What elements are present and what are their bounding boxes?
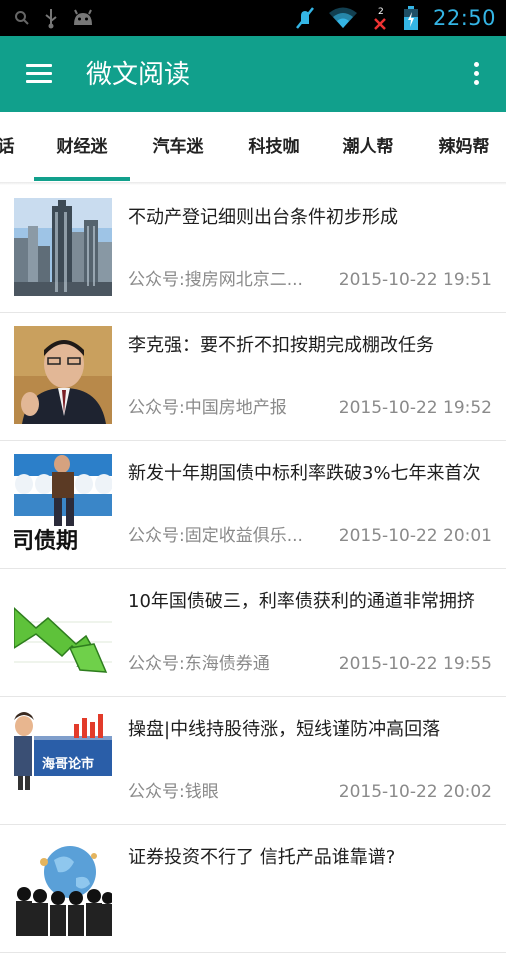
tab-fashion[interactable]: 潮人帮 [320,112,416,182]
article-title: 李克强：要不折不扣按期完成棚改任务 [128,335,434,356]
article-source: 公众号:钱眼 [128,782,219,802]
article-thumbnail [14,582,112,680]
app-bar: 微文阅读 [0,36,506,112]
article-source: 公众号:搜房网北京二... [128,270,303,290]
article-time: 2015-10-22 20:01 [338,526,492,546]
battery-charging-icon [403,5,419,31]
article-thumbnail [14,838,112,936]
article-list: 不动产登记细则出台条件初步形成 公众号:搜房网北京二... 2015-10-22… [0,185,506,953]
article-title: 证券投资不行了 信托产品谁靠谱? [128,847,396,868]
article-item[interactable]: 10年国债破三，利率债获利的通道非常拥挤 公众号:东海债券通 2015-10-2… [0,569,506,697]
status-bar: 2 22:50 [0,0,506,36]
menu-icon[interactable] [20,58,56,90]
article-item[interactable]: 证券投资不行了 信托产品谁靠谱? [0,825,506,953]
article-time: 2015-10-22 20:02 [338,782,492,802]
selected-tab-indicator [34,177,130,181]
usb-icon [44,7,58,29]
article-item[interactable]: 李克强：要不折不扣按期完成棚改任务 公众号:中国房地产报 2015-10-22 … [0,313,506,441]
article-thumbnail [14,198,112,296]
tab-auto[interactable]: 汽车迷 [130,112,226,182]
wifi-icon [328,7,357,29]
tab-finance[interactable]: 财经迷 [34,112,130,182]
article-thumbnail: 司债期 [14,454,112,552]
more-options-icon[interactable] [464,58,488,90]
android-icon [72,9,94,27]
article-item[interactable]: 海哥论市 操盘|中线持股待涨，短线谨防冲高回落 公众号:钱眼 2015-10-2… [0,697,506,825]
article-time: 2015-10-22 19:52 [338,398,492,418]
article-thumbnail: 海哥论市 [14,710,112,808]
article-title: 操盘|中线持股待涨，短线谨防冲高回落 [128,719,441,740]
article-thumbnail [14,326,112,424]
tab-tech[interactable]: 科技咖 [226,112,322,182]
clock-time: 22:50 [432,6,496,30]
article-source: 公众号:中国房地产报 [128,398,287,418]
search-icon [14,10,30,26]
article-time: 2015-10-22 19:55 [338,654,492,674]
no-signal-icon: 2 [371,5,389,31]
notification-count-text: 2 [378,7,384,17]
article-time: 2015-10-22 19:51 [338,270,492,290]
article-title: 10年国债破三，利率债获利的通道非常拥挤 [128,591,475,612]
article-title: 新发十年期国债中标利率跌破3%七年来首次 [128,463,481,484]
tab-moms[interactable]: 辣妈帮 [416,112,506,182]
thumbnail-text: 海哥论市 [42,756,94,772]
silent-icon [295,6,315,30]
article-title: 不动产登记细则出台条件初步形成 [128,207,398,228]
article-source: 公众号:固定收益俱乐... [128,526,303,546]
article-source: 公众号:东海债券通 [128,654,270,674]
app-title: 微文阅读 [86,60,191,90]
thumbnail-text: 司债期 [14,529,78,552]
article-item[interactable]: 司债期 新发十年期国债中标利率跌破3%七年来首次 公众号:固定收益俱乐... 2… [0,441,506,569]
article-item[interactable]: 不动产登记细则出台条件初步形成 公众号:搜房网北京二... 2015-10-22… [0,185,506,313]
tab-partial[interactable]: 话 [0,112,18,182]
category-tabs: 话 财经迷 汽车迷 科技咖 潮人帮 辣妈帮 [0,112,506,183]
